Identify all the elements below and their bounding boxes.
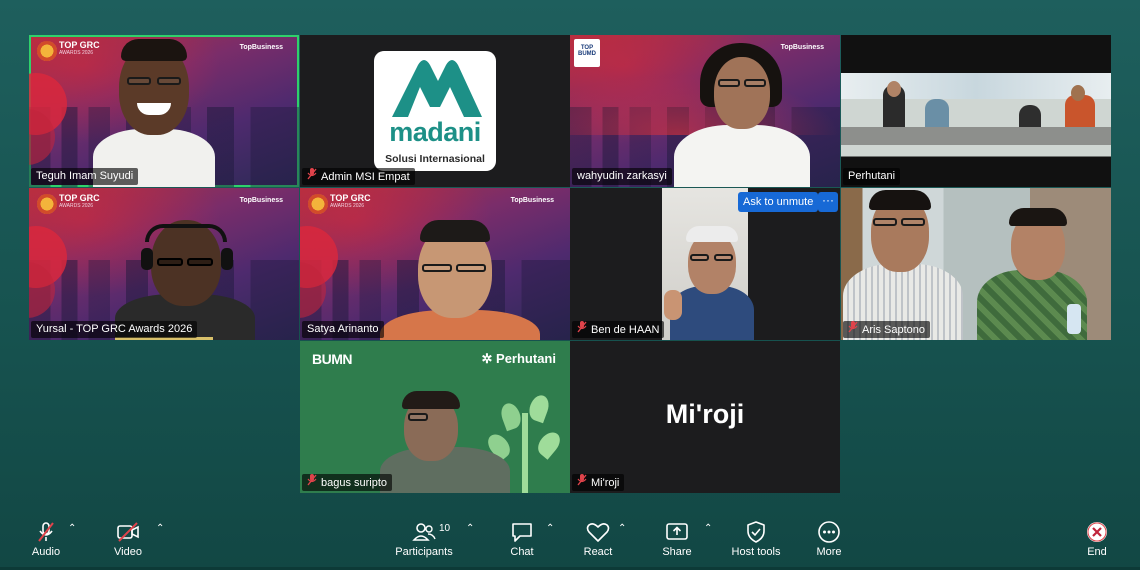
video-options-caret[interactable]: ⌃ xyxy=(150,508,174,570)
video-grid: TOP GRC AWARDS 2026 TopBusiness Teguh Im… xyxy=(0,0,1140,500)
mic-muted-icon xyxy=(577,321,587,339)
mic-muted-icon xyxy=(848,321,858,339)
meeting-toolbar: Audio ⌃ Video ⌃ 10 Participants ⌃ Chat ⌃… xyxy=(0,508,1140,570)
shield-icon xyxy=(747,521,765,543)
participant-name: Satya Arinanto xyxy=(302,321,384,338)
participant-display-name: Mi'roji xyxy=(665,399,745,429)
video-tile-yursal[interactable]: TOP GRC AWARDS 2026 TopBusiness Yursal -… xyxy=(29,188,299,340)
badge-subtitle: AWARDS 2026 xyxy=(59,50,94,56)
chevron-up-icon: ⌃ xyxy=(704,523,713,534)
participants-options-caret[interactable]: ⌃ xyxy=(460,508,484,570)
audio-options-caret[interactable]: ⌃ xyxy=(62,508,86,570)
brand-logo: TopBusiness xyxy=(239,197,283,204)
chevron-up-icon: ⌃ xyxy=(546,523,555,534)
participant-name: Yursal - TOP GRC Awards 2026 xyxy=(31,321,198,338)
video-tile-wahyudin[interactable]: TOP BUMD TopBusiness wahyudin zarkasyi xyxy=(570,35,840,187)
logo-subtitle: Solusi Internasional xyxy=(385,153,485,165)
end-label: End xyxy=(1087,546,1107,558)
share-screen-icon xyxy=(666,523,688,540)
brand-logo: TopBusiness xyxy=(239,44,283,51)
end-meeting-button[interactable]: End xyxy=(1057,508,1137,570)
more-options-button[interactable]: ··· xyxy=(818,192,838,212)
participant-name: Mi'roji xyxy=(572,474,625,492)
video-tile-ben[interactable]: Ask to unmute ··· Ben de HAAN xyxy=(570,188,840,340)
badge-subtitle: AWARDS 2026 xyxy=(330,203,365,209)
water-bottle xyxy=(1067,304,1081,334)
video-tile-admin-msi[interactable]: madani Solusi Internasional Admin MSI Em… xyxy=(300,35,570,187)
badge-title: TOP GRC xyxy=(330,193,371,203)
participant-name: Ben de HAAN xyxy=(572,321,665,339)
video-tile-perhutani[interactable]: Perhutani xyxy=(841,35,1111,187)
react-options-caret[interactable]: ⌃ xyxy=(612,508,636,570)
award-badge: TOP GRC AWARDS 2026 xyxy=(37,41,107,77)
chevron-up-icon: ⌃ xyxy=(68,523,77,534)
participant-name: Perhutani xyxy=(843,168,901,185)
participant-name: Admin MSI Empat xyxy=(302,168,415,185)
video-tile-teguh[interactable]: TOP GRC AWARDS 2026 TopBusiness Teguh Im… xyxy=(29,35,299,187)
mic-muted-icon xyxy=(307,474,317,492)
perhutani-logo: ✲ Perhutani xyxy=(481,351,556,366)
madani-logo: madani Solusi Internasional xyxy=(374,51,496,171)
brand-logo: TopBusiness xyxy=(780,44,824,51)
video-off-icon xyxy=(117,522,139,542)
more-button[interactable]: More xyxy=(789,508,869,570)
ask-to-unmute-button[interactable]: Ask to unmute xyxy=(738,192,819,212)
badge-subtitle: AWARDS 2026 xyxy=(59,203,94,209)
participant-name: Teguh Imam Suyudi xyxy=(31,168,139,185)
award-seal-icon xyxy=(37,41,57,61)
logo-word: madani xyxy=(389,117,481,147)
participant-name: Aris Saptono xyxy=(843,321,930,338)
mic-muted-icon xyxy=(577,474,587,492)
participant-name: wahyudin zarkasyi xyxy=(572,168,672,185)
award-seal-icon xyxy=(37,194,57,214)
participants-icon xyxy=(412,523,436,541)
more-label: More xyxy=(816,546,842,558)
chevron-up-icon: ⌃ xyxy=(466,523,475,534)
award-seal-icon xyxy=(308,194,328,214)
bumn-logo: BUMN xyxy=(312,351,353,367)
video-tile-satya[interactable]: TOP GRC AWARDS 2026 TopBusiness Satya Ar… xyxy=(300,188,570,340)
video-tile-miroji[interactable]: Mi'roji Mi'roji xyxy=(570,341,840,493)
participant-name: bagus suripto xyxy=(302,474,393,492)
heart-icon xyxy=(586,523,610,542)
video-tile-bagus[interactable]: BUMN ✲ Perhutani bagus suripto xyxy=(300,341,570,493)
madani-mark-icon xyxy=(392,60,482,117)
badge-title: TOP GRC xyxy=(59,40,100,50)
mic-muted-icon xyxy=(307,168,317,186)
chat-icon xyxy=(512,523,532,542)
video-tile-aris[interactable]: Aris Saptono xyxy=(841,188,1111,340)
badge-title: TOP BUMD xyxy=(578,45,596,57)
award-badge: TOP BUMD xyxy=(574,39,600,67)
chevron-up-icon: ⌃ xyxy=(618,523,627,534)
desk xyxy=(841,127,1111,145)
brand-logo: TopBusiness xyxy=(510,197,554,204)
tree-icon: ✲ xyxy=(481,351,497,366)
mic-muted-icon xyxy=(38,522,54,542)
badge-title: TOP GRC xyxy=(59,193,100,203)
participants-button[interactable]: 10 Participants xyxy=(384,508,464,570)
award-badge: TOP GRC AWARDS 2026 xyxy=(37,194,107,230)
more-dots-icon xyxy=(818,521,840,543)
chevron-up-icon: ⌃ xyxy=(156,523,165,534)
host-tools-button[interactable]: Host tools xyxy=(716,508,796,570)
participants-count: 10 xyxy=(439,523,451,534)
end-call-icon xyxy=(1087,522,1107,542)
headphones-icon xyxy=(145,224,227,242)
host-tools-label: Host tools xyxy=(731,546,781,558)
award-badge: TOP GRC AWARDS 2026 xyxy=(308,194,378,230)
participants-label: Participants xyxy=(395,546,453,558)
